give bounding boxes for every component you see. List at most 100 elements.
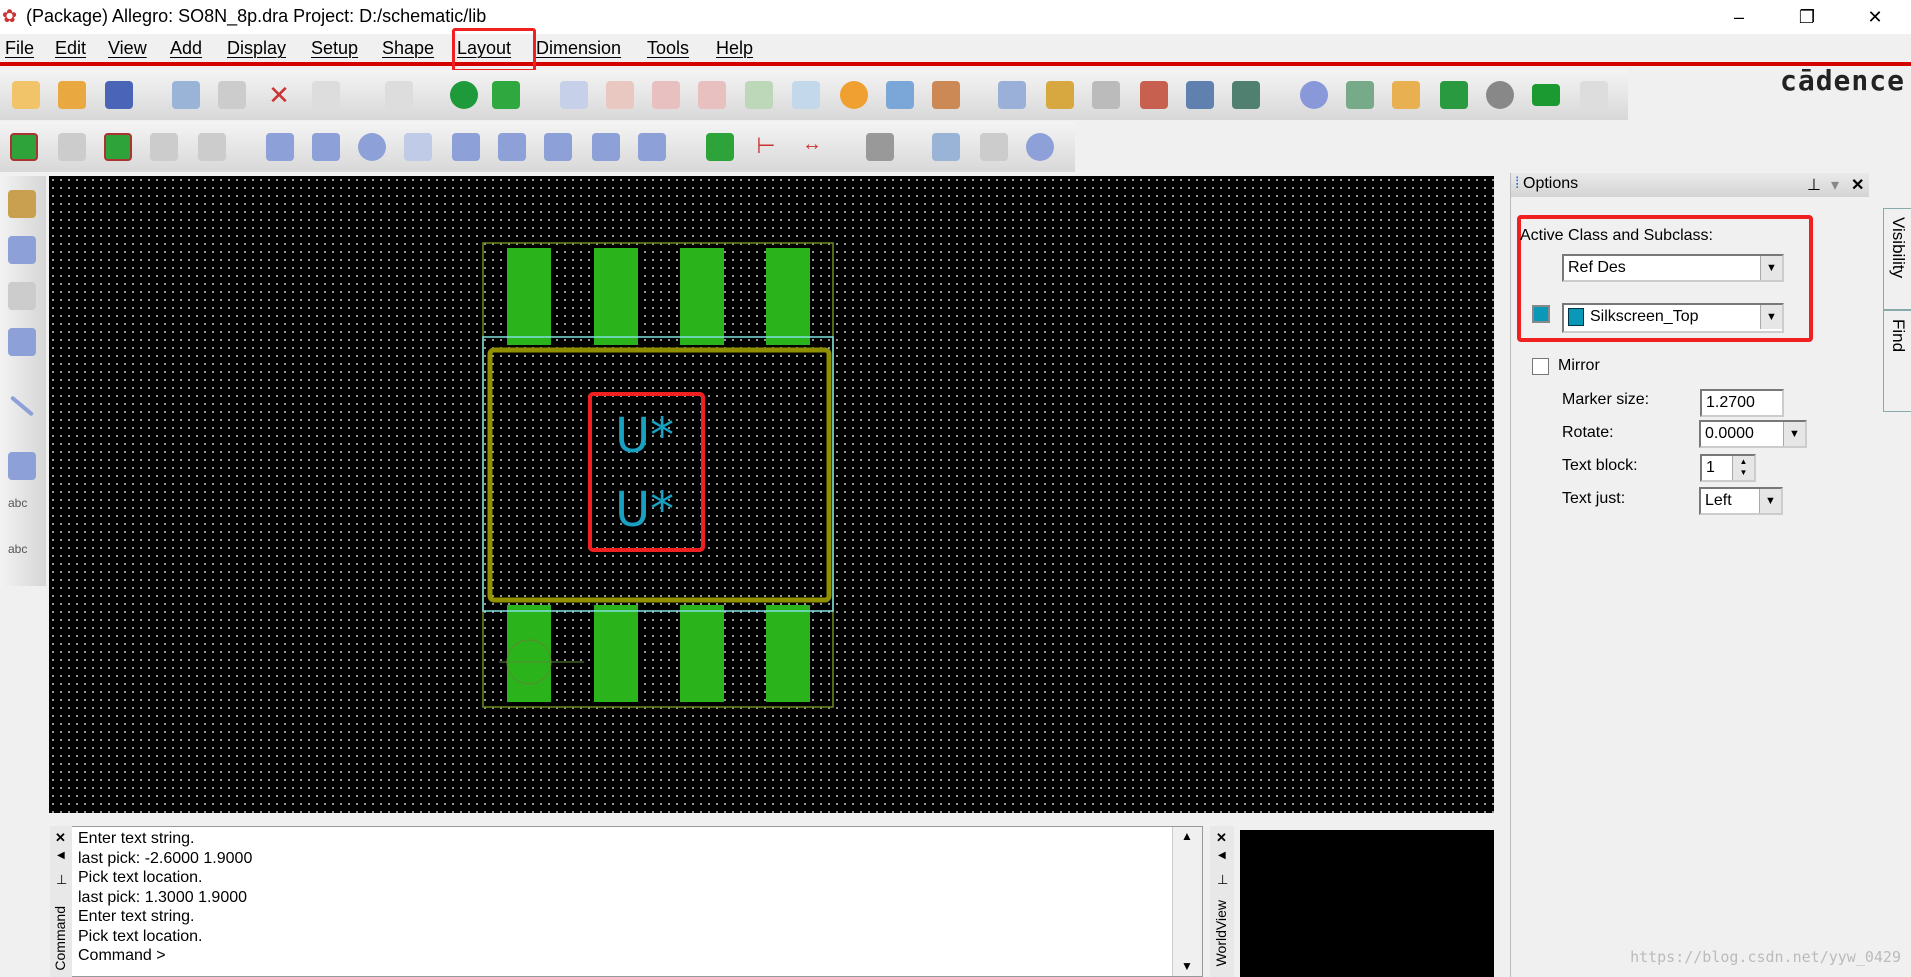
chevron-down-icon[interactable]: ▼	[1759, 489, 1781, 513]
layers-icon[interactable]	[1140, 81, 1168, 109]
close-worldview-icon[interactable]: ✕	[1216, 830, 1227, 846]
rotate-select[interactable]: 0.0000 ▼	[1699, 420, 1807, 448]
globe-icon[interactable]	[1232, 81, 1260, 109]
void-element-icon[interactable]	[592, 133, 620, 161]
command-scrollbar[interactable]: ▲ ▼	[1172, 827, 1202, 976]
documents-icon[interactable]	[932, 133, 960, 161]
disabled-tool-icon[interactable]	[1580, 81, 1608, 109]
command-prompt[interactable]: Command >	[78, 946, 166, 966]
design-canvas[interactable]: U* U*	[49, 176, 1494, 813]
slide-icon[interactable]	[8, 236, 36, 264]
new-file-icon[interactable]	[12, 81, 40, 109]
select-shape-icon[interactable]	[404, 133, 432, 161]
arrow-left-icon[interactable]: ◀	[1218, 850, 1226, 861]
disabled-shape-icon-3[interactable]	[198, 133, 226, 161]
hourglass-icon[interactable]	[1440, 81, 1468, 109]
worldview-tab-label[interactable]: WorldView	[1213, 900, 1229, 966]
menu-shape[interactable]: Shape	[382, 38, 434, 59]
refdes-r1-icon[interactable]	[1532, 84, 1560, 106]
disabled-shape-icon[interactable]	[58, 133, 86, 161]
add-connect-icon[interactable]	[8, 190, 36, 218]
disabled-shape-icon-2[interactable]	[150, 133, 178, 161]
mirror-checkbox[interactable]	[1532, 358, 1549, 375]
tab-find[interactable]: Find	[1883, 310, 1911, 412]
measure-dimension-icon[interactable]: ↔	[798, 133, 826, 161]
edit-text-icon[interactable]: abc	[8, 542, 36, 570]
zoom-previous-icon[interactable]	[745, 81, 773, 109]
chevron-down-icon[interactable]: ▼	[1760, 305, 1782, 329]
color-icon[interactable]	[1046, 81, 1074, 109]
subclass-select[interactable]: Silkscreen_Top ▼	[1562, 303, 1784, 333]
open-folder-icon[interactable]	[58, 81, 86, 109]
constraint-manager-icon[interactable]	[1186, 81, 1214, 109]
text-block-spinner[interactable]: 1 ▲ ▼	[1700, 454, 1756, 482]
place-icon[interactable]	[706, 133, 734, 161]
circle-shape-icon[interactable]	[358, 133, 386, 161]
manual-void-icon[interactable]	[452, 133, 480, 161]
flip-icon[interactable]	[932, 81, 960, 109]
move-icon[interactable]	[172, 81, 200, 109]
board-outline-icon[interactable]	[10, 133, 38, 161]
pin-icon[interactable]	[492, 81, 520, 109]
zoom-fit-icon[interactable]	[560, 81, 588, 109]
subclass-color-swatch[interactable]	[1532, 305, 1550, 323]
void-circle-icon[interactable]	[498, 133, 526, 161]
panel-menu-icon[interactable]: ▾	[1831, 175, 1839, 195]
zoom-in-icon[interactable]	[652, 81, 680, 109]
add-text-icon[interactable]: abc	[8, 496, 36, 524]
redraw-icon[interactable]	[840, 81, 868, 109]
close-command-icon[interactable]: ✕	[55, 830, 66, 846]
rect-shape-icon[interactable]	[312, 133, 340, 161]
zoom-out-icon[interactable]	[698, 81, 726, 109]
mail-icon[interactable]	[980, 133, 1008, 161]
fanout-icon[interactable]	[8, 328, 36, 356]
command-tab-label[interactable]: Command	[52, 906, 68, 971]
shadow-icon[interactable]	[1092, 81, 1120, 109]
camera-icon[interactable]	[866, 133, 894, 161]
save-icon[interactable]	[105, 81, 133, 109]
menu-file[interactable]: File	[5, 38, 34, 59]
route-icon[interactable]	[104, 133, 132, 161]
add-rect-icon[interactable]	[8, 452, 36, 480]
menu-add[interactable]: Add	[170, 38, 202, 59]
redo-icon[interactable]	[385, 81, 413, 109]
void-rect-icon[interactable]	[544, 133, 572, 161]
done-icon[interactable]	[450, 81, 478, 109]
grid-icon[interactable]	[998, 81, 1026, 109]
delay-tune-icon[interactable]	[8, 282, 36, 310]
tab-visibility[interactable]: Visibility	[1883, 208, 1911, 310]
delete-icon[interactable]: ✕	[265, 81, 293, 109]
measure-icon[interactable]	[1392, 81, 1420, 109]
menu-tools[interactable]: Tools	[647, 38, 689, 59]
3d-icon[interactable]	[886, 81, 914, 109]
pin-panel-icon[interactable]: ⊥	[1807, 175, 1821, 195]
marker-size-input[interactable]: 1.2700	[1700, 389, 1784, 417]
pin-command-icon[interactable]: ⊥	[56, 872, 67, 888]
add-via-icon[interactable]	[1486, 81, 1514, 109]
zoom-world-icon[interactable]	[792, 81, 820, 109]
pin-worldview-icon[interactable]: ⊥	[1217, 872, 1228, 888]
add-line-icon[interactable]	[9, 395, 35, 417]
info-icon[interactable]	[1300, 81, 1328, 109]
class-select[interactable]: Ref Des ▼	[1562, 254, 1784, 282]
menu-display[interactable]: Display	[227, 38, 286, 59]
menu-setup[interactable]: Setup	[311, 38, 358, 59]
help-icon[interactable]	[1026, 133, 1054, 161]
menu-dimension[interactable]: Dimension	[536, 38, 621, 59]
chevron-down-icon[interactable]: ▼	[1783, 422, 1805, 446]
spinner-arrows-icon[interactable]: ▲ ▼	[1732, 456, 1754, 480]
edit-boundary-icon[interactable]	[638, 133, 666, 161]
zoom-window-icon[interactable]	[606, 81, 634, 109]
dimension-icon[interactable]: ⊢	[752, 133, 780, 161]
scroll-down-icon[interactable]: ▼	[1181, 959, 1193, 973]
undo-icon[interactable]	[312, 81, 340, 109]
menu-view[interactable]: View	[108, 38, 147, 59]
report-icon[interactable]	[1346, 81, 1374, 109]
menu-edit[interactable]: Edit	[55, 38, 86, 59]
close-panel-icon[interactable]: ✕	[1851, 175, 1864, 195]
arrow-left-icon[interactable]: ◀	[57, 850, 65, 861]
poly-shape-icon[interactable]	[266, 133, 294, 161]
worldview-pane[interactable]	[1240, 830, 1494, 977]
copy-icon[interactable]	[218, 81, 246, 109]
minimize-button[interactable]: –	[1716, 2, 1762, 32]
